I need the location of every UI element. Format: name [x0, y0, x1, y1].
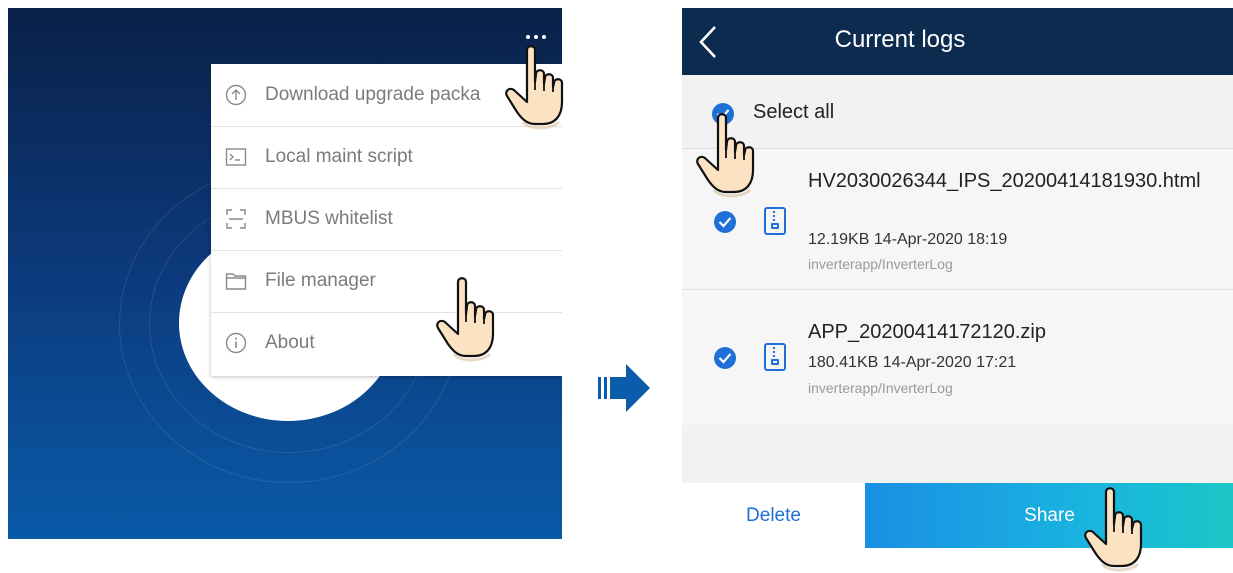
file-size-date: 12.19KB 14-Apr-2020 18:19	[808, 231, 1007, 249]
tap-hand-icon	[1082, 486, 1156, 572]
menu-item-mbus-whitelist[interactable]: MBUS whitelist	[211, 188, 562, 251]
left-app-screen: Download upgrade packa Local maint scrip…	[8, 8, 562, 539]
file-path: inverterapp/InverterLog	[808, 256, 953, 272]
file-name: HV2030026344_IPS_20200414181930.html	[808, 170, 1201, 192]
zip-file-icon	[764, 207, 786, 235]
header-bar: Current logs	[682, 8, 1233, 75]
upload-circle-icon	[225, 84, 247, 106]
terminal-icon	[225, 148, 247, 166]
page-title: Current logs	[834, 26, 966, 53]
delete-button[interactable]: Delete	[682, 483, 865, 548]
scan-frame-icon	[226, 209, 246, 229]
list-item[interactable]: APP_20200414172120.zip 180.41KB 14-Apr-2…	[682, 289, 1233, 425]
tap-hand-icon	[503, 44, 577, 130]
file-size-date: 180.41KB 14-Apr-2020 17:21	[808, 354, 1016, 372]
file-checkbox[interactable]	[714, 347, 736, 369]
file-date: 14-Apr-2020 18:19	[873, 231, 1008, 248]
tap-hand-icon	[434, 276, 508, 362]
file-size: 12.19KB	[808, 231, 870, 248]
menu-item-label: Local maint script	[265, 146, 413, 167]
file-date: 14-Apr-2020 17:21	[882, 354, 1017, 371]
folder-icon	[225, 273, 247, 290]
info-icon	[225, 332, 247, 354]
file-path: inverterapp/InverterLog	[808, 380, 953, 396]
zip-file-icon	[764, 343, 786, 371]
menu-item-file-manager[interactable]: File manager	[211, 250, 562, 313]
file-checkbox[interactable]	[714, 211, 736, 233]
next-step-arrow-icon	[598, 364, 650, 412]
menu-item-label: MBUS whitelist	[265, 208, 393, 229]
more-dots-icon[interactable]	[524, 34, 550, 42]
file-size: 180.41KB	[808, 354, 879, 371]
share-button[interactable]: Share	[865, 483, 1233, 548]
tap-hand-icon	[694, 112, 768, 198]
file-name: APP_20200414172120.zip	[808, 321, 1046, 343]
right-app-screen: Current logs Select all HV2030026344_IPS…	[682, 8, 1233, 548]
menu-item-label: Download upgrade packa	[265, 84, 481, 105]
menu-item-about[interactable]: About	[211, 312, 562, 374]
menu-item-local-maint-script[interactable]: Local maint script	[211, 126, 562, 189]
menu-item-label: File manager	[265, 270, 376, 291]
menu-item-label: About	[265, 332, 315, 353]
